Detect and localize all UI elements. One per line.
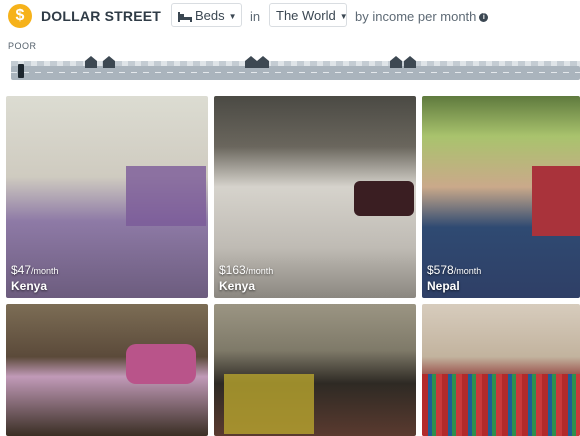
poor-label: POOR bbox=[8, 41, 37, 51]
in-label: in bbox=[250, 9, 261, 24]
card-caption: $163/month Kenya bbox=[219, 261, 273, 293]
photo-detail bbox=[354, 181, 414, 216]
card-caption: $47/month Kenya bbox=[11, 261, 59, 293]
photo-detail bbox=[224, 374, 314, 434]
photo-detail bbox=[532, 166, 580, 236]
photo-card[interactable]: $578/month Nepal bbox=[422, 96, 580, 298]
house-icon[interactable] bbox=[403, 55, 417, 69]
income-value: $578/month bbox=[427, 263, 482, 277]
country-name: Nepal bbox=[427, 279, 460, 293]
photo-card[interactable] bbox=[6, 304, 208, 436]
country-name: Kenya bbox=[219, 279, 256, 293]
sort-label: by income per month i bbox=[355, 9, 489, 24]
photo-detail bbox=[422, 374, 580, 436]
chevron-down-icon: ▼ bbox=[228, 11, 237, 21]
sort-text: by income per month bbox=[355, 9, 477, 24]
income-value: $47/month bbox=[11, 263, 59, 277]
category-label: Beds bbox=[195, 8, 225, 23]
photo-detail bbox=[126, 166, 206, 226]
house-icon[interactable] bbox=[256, 55, 270, 69]
house-icon[interactable] bbox=[84, 55, 98, 69]
country-name: Kenya bbox=[11, 279, 48, 293]
slider-handle[interactable] bbox=[18, 64, 24, 78]
house-icon[interactable] bbox=[389, 55, 403, 69]
photo-card[interactable] bbox=[422, 304, 580, 436]
chevron-down-icon: ▼ bbox=[339, 11, 348, 21]
photo-card[interactable]: $163/month Kenya bbox=[214, 96, 416, 298]
info-icon[interactable]: i bbox=[479, 13, 489, 23]
category-dropdown[interactable]: Beds ▼ bbox=[171, 3, 242, 27]
top-bar: $ DOLLAR STREET Beds ▼ in The World ▼ by i… bbox=[0, 0, 580, 34]
photo-card[interactable] bbox=[214, 304, 416, 436]
road-markings bbox=[11, 72, 580, 73]
income-value: $163/month bbox=[219, 263, 274, 277]
house-icon[interactable] bbox=[102, 55, 116, 69]
region-dropdown[interactable]: The World ▼ bbox=[269, 3, 348, 27]
photo-detail bbox=[126, 344, 196, 384]
photo-card[interactable]: $47/month Kenya bbox=[6, 96, 208, 298]
bed-icon bbox=[178, 11, 192, 22]
brand-title[interactable]: DOLLAR STREET bbox=[41, 8, 161, 24]
logo-dollar-icon[interactable]: $ bbox=[8, 4, 32, 28]
card-caption: $578/month Nepal bbox=[427, 261, 481, 293]
region-label: The World bbox=[276, 8, 336, 23]
